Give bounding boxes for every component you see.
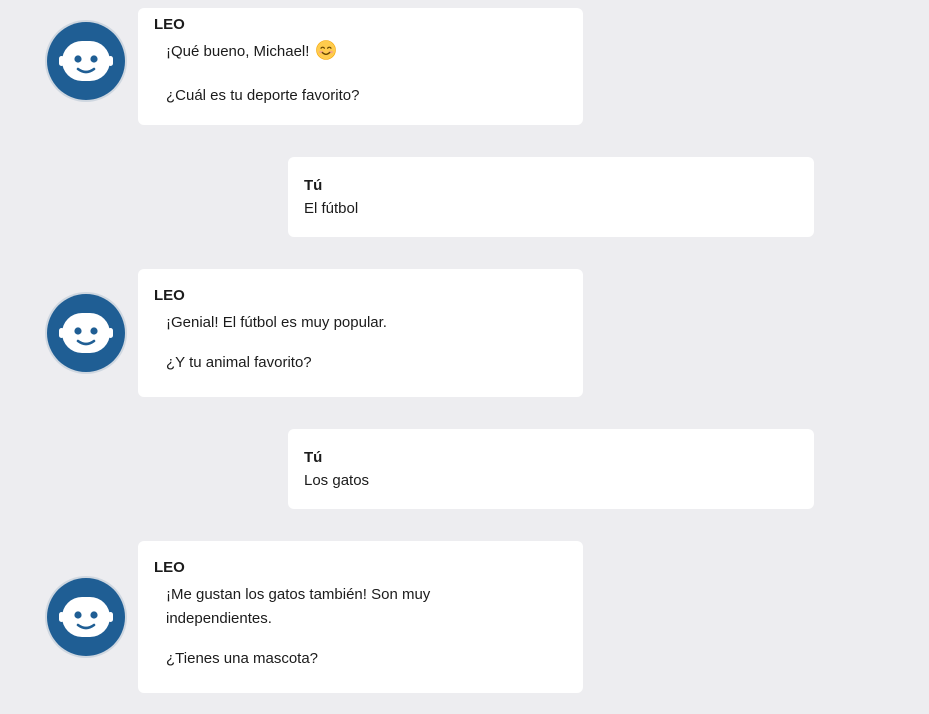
robot-face-icon — [59, 41, 113, 81]
message-sender: LEO — [154, 287, 185, 304]
message-sender: Tú — [304, 177, 323, 194]
message-paragraph: ¿Y tu animal favorito? — [166, 354, 312, 371]
message-paragraph: ¡Genial! El fútbol es muy popular. — [166, 314, 387, 331]
bot-avatar — [47, 578, 125, 656]
user-message: Tú El fútbol — [288, 157, 814, 237]
bot-message: LEO ¡Genial! El fútbol es muy popular. ¿… — [138, 269, 583, 397]
message-paragraph: ¡Me gustan los gatos también! Son muy in… — [166, 586, 431, 627]
robot-face-icon — [59, 597, 113, 637]
bot-avatar — [47, 22, 125, 100]
message-text: El fútbol — [304, 200, 359, 217]
user-message: Tú Los gatos — [288, 429, 814, 509]
bot-avatar — [47, 294, 125, 372]
bot-message: LEO ¡Me gustan los gatos también! Son mu… — [138, 541, 583, 693]
message-sender: LEO — [154, 559, 185, 576]
smiling-face-emoji — [315, 40, 336, 68]
robot-face-icon — [59, 313, 113, 353]
message-text: ¡Qué bueno, Michael! — [166, 43, 310, 60]
message-paragraph: ¿Tienes una mascota? — [166, 650, 319, 667]
message-sender: Tú — [304, 449, 323, 466]
message-sender: LEO — [154, 16, 185, 33]
message-text: Los gatos — [304, 472, 370, 489]
bot-message: LEO ¡Qué bueno, Michael! ¿Cuál es tu dep… — [138, 8, 583, 125]
message-paragraph: ¿Cuál es tu deporte favorito? — [166, 87, 360, 104]
chat-transcript: LEO ¡Qué bueno, Michael! ¿Cuál es tu dep… — [0, 0, 929, 714]
message-paragraph: ¡Qué bueno, Michael! — [154, 40, 567, 68]
